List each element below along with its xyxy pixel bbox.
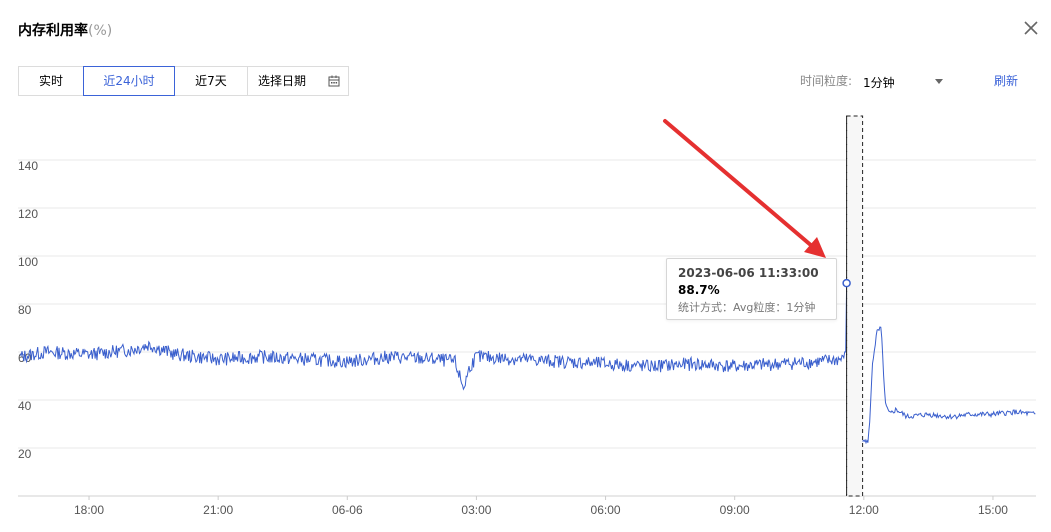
x-tick-label: 06-06 bbox=[332, 503, 363, 517]
y-tick-label: 100 bbox=[18, 255, 38, 269]
tab-24h[interactable]: 近24小时 bbox=[83, 66, 175, 96]
tab-24h-label: 近24小时 bbox=[103, 74, 155, 88]
series-line-memory-usage bbox=[19, 282, 1036, 446]
x-tick-label: 06:00 bbox=[591, 503, 621, 517]
annotation-arrow-shaft bbox=[663, 119, 818, 252]
hover-highlight-band bbox=[846, 115, 864, 497]
y-tick-label: 80 bbox=[18, 303, 32, 317]
tooltip-value: 88.7% bbox=[678, 283, 720, 297]
y-tick-label: 40 bbox=[18, 399, 32, 413]
x-tick-label: 15:00 bbox=[978, 503, 1008, 517]
x-tick-label: 21:00 bbox=[203, 503, 233, 517]
y-tick-label: 20 bbox=[18, 447, 32, 461]
x-tick-label: 12:00 bbox=[849, 503, 879, 517]
chart-tooltip: 2023-06-06 11:33:00 88.7% 统计方式：Avg粒度：1分钟 bbox=[666, 258, 837, 320]
tooltip-time: 2023-06-06 11:33:00 bbox=[678, 266, 819, 280]
x-tick-label: 18:00 bbox=[74, 503, 104, 517]
y-tick-label: 120 bbox=[18, 207, 38, 221]
hover-point-marker bbox=[842, 278, 851, 288]
tooltip-meta: 统计方式：Avg粒度：1分钟 bbox=[678, 301, 816, 314]
x-tick-label: 09:00 bbox=[720, 503, 750, 517]
x-tick-label: 03:00 bbox=[461, 503, 491, 517]
y-tick-label: 140 bbox=[18, 159, 38, 173]
